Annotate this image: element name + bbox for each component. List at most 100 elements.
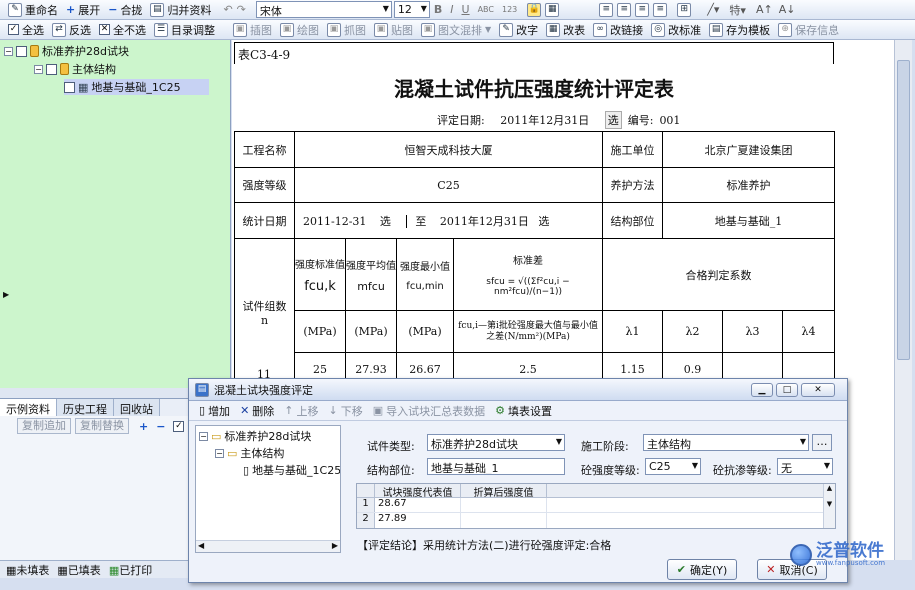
paste-image-button[interactable]: ▣ 贴图 bbox=[370, 21, 417, 39]
move-up-button[interactable]: ↑ 上移 bbox=[280, 402, 322, 420]
collapse-button[interactable]: − 合拢 bbox=[104, 1, 146, 19]
delete-button[interactable]: ✕ 删除 bbox=[236, 402, 278, 420]
add-button[interactable]: ▯ 增加 bbox=[195, 402, 234, 420]
table-row[interactable]: 1 28.67 bbox=[357, 498, 835, 513]
grid-cell[interactable] bbox=[461, 498, 547, 512]
select-button[interactable]: 选 bbox=[380, 215, 391, 228]
tab-filled[interactable]: ▦已填表 bbox=[57, 562, 100, 578]
select-none-button[interactable]: ✕ 全不选 bbox=[95, 21, 150, 39]
italic-button[interactable]: I bbox=[446, 1, 457, 19]
font-grow-icon[interactable]: A↑ bbox=[756, 3, 773, 16]
maximize-button[interactable]: □ bbox=[776, 382, 798, 397]
number-field[interactable]: 001 bbox=[659, 114, 680, 127]
align-right-icon[interactable]: ≡ bbox=[635, 2, 650, 17]
checkbox[interactable] bbox=[16, 45, 27, 57]
table-row[interactable]: 2 27.89 bbox=[357, 513, 835, 528]
undo-icon[interactable]: ↶ bbox=[223, 3, 232, 16]
align-left-icon[interactable]: ≡ bbox=[599, 2, 614, 17]
rename-button[interactable]: ✎ 重命名 bbox=[4, 1, 62, 19]
collapse-toggle-icon[interactable]: − bbox=[199, 431, 208, 441]
fill-settings-button[interactable]: ⚙ 填表设置 bbox=[491, 402, 556, 420]
draw-button[interactable]: ▣ 绘图 bbox=[276, 21, 323, 39]
left-collapse-arrow-icon[interactable]: ▶ bbox=[3, 290, 9, 299]
project-name-cell[interactable]: 恒智天成科技大厦 bbox=[294, 131, 603, 168]
bold-button[interactable]: B bbox=[430, 1, 446, 19]
align-center-icon[interactable]: ≡ bbox=[617, 2, 632, 17]
grid-cell[interactable]: 28.67 bbox=[375, 498, 461, 512]
browse-button[interactable]: … bbox=[812, 434, 832, 451]
capture-button[interactable]: ▣ 抓图 bbox=[323, 21, 370, 39]
stat-date-cell[interactable]: 2011-12-31 选 至 2011年12月31日 选 bbox=[294, 202, 603, 239]
grid-vscroll[interactable]: ▲ ▼ bbox=[823, 484, 835, 528]
expand-button[interactable]: + 展开 bbox=[62, 1, 104, 19]
tree-node[interactable]: − 标准养护28d试块 bbox=[4, 43, 129, 59]
eval-date-select-button[interactable]: 选 bbox=[604, 111, 622, 129]
collapse-toggle-icon[interactable]: − bbox=[34, 64, 43, 74]
construction-unit-cell[interactable]: 北京广夏建设集团 bbox=[661, 131, 836, 168]
structure-part-cell[interactable]: 地基与基础_1 bbox=[661, 202, 836, 239]
tab-printed[interactable]: ▦已打印 bbox=[109, 562, 152, 578]
minus-icon[interactable]: − bbox=[156, 420, 165, 433]
tree-node[interactable]: ▯ 地基与基础_1C25 bbox=[243, 462, 340, 478]
curing-method-cell[interactable]: 标准养护 bbox=[661, 167, 836, 203]
checkbox-checked-icon[interactable]: ✓ bbox=[173, 420, 185, 432]
checkbox[interactable] bbox=[46, 63, 57, 75]
scroll-thumb[interactable] bbox=[897, 60, 910, 360]
abc-icon[interactable]: ABC bbox=[474, 1, 498, 19]
select-all-button[interactable]: ✓ 全选 bbox=[4, 21, 48, 39]
collapse-toggle-icon[interactable]: − bbox=[215, 448, 224, 458]
subscript-icon[interactable]: 123 bbox=[498, 1, 521, 19]
grid-icon[interactable]: ▦ bbox=[545, 2, 560, 17]
mixed-layout-button[interactable]: ▣ 图文混排 ▼ bbox=[417, 21, 495, 39]
tab-recycle-bin[interactable]: 回收站 bbox=[114, 399, 160, 416]
strength-grade-cell[interactable]: C25 bbox=[294, 167, 603, 203]
ok-button[interactable]: ✔ 确定(Y) bbox=[667, 559, 737, 580]
line-icon[interactable]: ╱▾ bbox=[707, 3, 719, 16]
collapse-toggle-icon[interactable]: − bbox=[4, 46, 13, 56]
special-char-icon[interactable]: 特▾ bbox=[729, 2, 746, 18]
catalog-adjust-button[interactable]: ☰ 目录调整 bbox=[150, 21, 219, 39]
move-down-button[interactable]: ↓ 下移 bbox=[325, 402, 367, 420]
dialog-tree-hscroll[interactable]: ◀ ▶ bbox=[196, 540, 340, 552]
stage-select[interactable]: 主体结构 ▼ bbox=[643, 434, 809, 451]
invert-selection-button[interactable]: ⇄ 反选 bbox=[48, 21, 95, 39]
ruler-icon[interactable]: ⊞ bbox=[677, 2, 692, 17]
select-button[interactable]: 选 bbox=[538, 215, 549, 228]
insert-image-button[interactable]: ▣ 插图 bbox=[229, 21, 276, 39]
tree-node[interactable]: − ▭ 主体结构 bbox=[215, 445, 284, 461]
tab-unfilled[interactable]: ▦未填表 bbox=[6, 562, 49, 578]
font-family-select[interactable]: 宋体 ▼ bbox=[255, 1, 392, 18]
tab-history[interactable]: 历史工程 bbox=[57, 399, 114, 416]
underline-button[interactable]: U bbox=[458, 1, 474, 19]
tree-node[interactable]: − ▭ 标准养护28d试块 bbox=[199, 428, 311, 444]
grid-cell[interactable] bbox=[461, 513, 547, 528]
redo-icon[interactable]: ↷ bbox=[237, 3, 246, 16]
save-template-button[interactable]: ▤ 存为模板 bbox=[705, 21, 774, 39]
font-shrink-icon[interactable]: A↓ bbox=[779, 3, 796, 16]
merge-data-button[interactable]: ▤ 归并资料 bbox=[146, 1, 215, 19]
tree-node[interactable]: − 主体结构 bbox=[34, 61, 116, 77]
minimize-button[interactable]: ▁ bbox=[751, 382, 773, 397]
copy-replace-button[interactable]: 复制替换 bbox=[75, 418, 129, 434]
specimen-type-select[interactable]: 标准养护28d试块 ▼ bbox=[427, 434, 565, 451]
part-input[interactable]: 地基与基础_1 bbox=[427, 458, 565, 475]
tree-node-selected[interactable]: ▦ 地基与基础_1C25 bbox=[64, 79, 209, 95]
eval-date-field[interactable]: 2011年12月31日 bbox=[491, 112, 599, 128]
tab-examples[interactable]: 示例资料 bbox=[0, 399, 57, 416]
edit-standard-button[interactable]: ◎ 改标准 bbox=[647, 21, 705, 39]
edit-text-button[interactable]: ✎ 改字 bbox=[495, 21, 542, 39]
grade-select[interactable]: C25 ▼ bbox=[645, 458, 701, 475]
close-button[interactable]: ✕ bbox=[801, 382, 835, 397]
document-vertical-scrollbar[interactable] bbox=[894, 40, 912, 560]
font-size-select[interactable]: 12 ▼ bbox=[393, 1, 430, 18]
edit-link-button[interactable]: ∞ 改链接 bbox=[589, 21, 647, 39]
impermeability-select[interactable]: 无 ▼ bbox=[777, 458, 833, 475]
lock-icon[interactable]: 🔒 bbox=[527, 2, 542, 17]
grid-cell[interactable]: 27.89 bbox=[375, 513, 461, 528]
justify-icon[interactable]: ≡ bbox=[653, 2, 668, 17]
plus-icon[interactable]: + bbox=[139, 420, 148, 433]
edit-table-button[interactable]: ▦ 改表 bbox=[542, 21, 589, 39]
checkbox[interactable] bbox=[64, 81, 75, 93]
copy-append-button[interactable]: 复制追加 bbox=[17, 418, 71, 434]
save-info-button[interactable]: ⊕ 保存信息 bbox=[774, 21, 843, 39]
